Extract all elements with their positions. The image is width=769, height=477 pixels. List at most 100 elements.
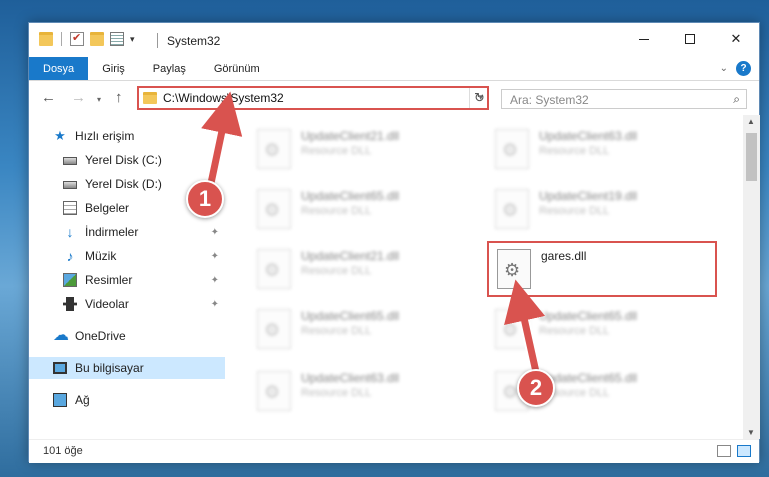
file-item[interactable]: UpdateClient19.dll Resource DLL [487,183,717,239]
file-item[interactable]: UpdateClient21.dll Resource DLL [249,243,479,299]
tab-file[interactable]: Dosya [29,57,89,80]
title-separator [157,33,158,48]
network-icon [53,393,67,407]
new-folder-icon[interactable] [90,32,104,46]
pin-icon[interactable]: ✦ [211,299,219,310]
address-bar[interactable]: C:\Windows\System32 ▾ [137,86,489,110]
toolbar-separator [61,32,62,46]
sidebar-item-this-pc[interactable]: Bu bilgisayar [29,357,225,379]
explorer-window: ▾ System32 ✕ Dosya Giriş Paylaş Görünüm … [28,22,760,463]
file-item[interactable]: UpdateClient65.dll Resource DLL [249,303,479,359]
step-badge-1: 1 [186,180,224,218]
sidebar-item-network[interactable]: Ağ [29,389,225,411]
dll-file-icon [497,249,531,289]
pin-icon[interactable]: ✦ [211,251,219,262]
help-icon[interactable]: ? [736,61,751,76]
address-path[interactable]: C:\Windows\System32 [163,91,284,105]
pin-icon[interactable]: ✦ [211,275,219,286]
file-name: UpdateClient65.dll [301,189,400,203]
scroll-up-icon[interactable]: ▲ [747,117,755,126]
expand-ribbon-chevron-icon[interactable]: ⌄ [720,63,728,74]
step-badge-2: 2 [517,369,555,407]
close-button[interactable]: ✕ [713,23,759,55]
disk-icon [63,181,77,189]
minimize-button[interactable] [621,23,667,55]
file-type: Resource DLL [539,145,610,157]
navigation-pane: ★ Hızlı erişim Yerel Disk (C:) Yerel Dis… [29,115,225,439]
sidebar-item-videos[interactable]: Videolar ✦ [29,293,225,315]
maximize-button[interactable] [667,23,713,55]
dll-file-icon [257,189,291,229]
dll-file-icon [257,129,291,169]
sidebar-item-label: Bu bilgisayar [75,361,144,375]
file-item[interactable]: UpdateClient63.dll Resource DLL [487,123,717,179]
file-item[interactable]: UpdateClient65.dll Resource DLL [249,183,479,239]
file-item[interactable]: UpdateClient63.dll Resource DLL [249,365,479,421]
tab-share[interactable]: Paylaş [139,57,200,80]
search-input[interactable]: Ara: System32 ⌕ [501,89,747,109]
sidebar-item-quick-access[interactable]: ★ Hızlı erişim [29,125,225,147]
search-placeholder: Ara: System32 [510,93,589,107]
file-list: UpdateClient21.dll Resource DLL UpdateCl… [225,115,743,439]
up-button[interactable]: ↑ [115,89,123,106]
scroll-thumb[interactable] [746,133,757,181]
pictures-icon [63,273,77,287]
sidebar-item-pictures[interactable]: Resimler ✦ [29,269,225,291]
sidebar-item-music[interactable]: ♪ Müzik ✦ [29,245,225,267]
file-name: UpdateClient21.dll [301,249,400,263]
dll-file-icon [495,129,529,169]
view-switcher [717,445,751,457]
file-type: Resource DLL [301,205,372,217]
search-icon[interactable]: ⌕ [733,92,740,107]
refresh-button[interactable]: ↻ [469,88,489,108]
tab-home[interactable]: Giriş [88,57,139,80]
sidebar-item-local-disk-c[interactable]: Yerel Disk (C:) [29,149,225,171]
file-type: Resource DLL [539,325,610,337]
file-item-gares-dll[interactable]: gares.dll [487,241,717,297]
file-type: Resource DLL [301,265,372,277]
sidebar-item-label: Hızlı erişim [75,129,135,143]
file-item[interactable]: UpdateClient21.dll Resource DLL [249,123,479,179]
file-name: UpdateClient65.dll [301,309,400,323]
file-type: Resource DLL [301,387,372,399]
sidebar-item-onedrive[interactable]: ☁ OneDrive [29,325,225,347]
checkmark-icon[interactable] [70,31,84,46]
properties-icon[interactable] [110,32,124,46]
recent-locations-button[interactable]: ▾ [97,95,101,104]
large-icons-view-icon[interactable] [737,445,751,457]
sidebar-item-downloads[interactable]: ↓ İndirmeler ✦ [29,221,225,243]
sidebar-item-label: Videolar [85,297,129,311]
address-folder-icon [143,92,157,104]
file-item[interactable]: UpdateClient65.dll Resource DLL [487,303,717,359]
file-name: UpdateClient21.dll [301,129,400,143]
sidebar-item-label: Yerel Disk (C:) [85,153,162,167]
tab-view[interactable]: Görünüm [200,57,274,80]
sidebar-item-label: Belgeler [85,201,130,215]
details-view-icon[interactable] [717,445,731,457]
disk-icon [63,157,77,165]
window-controls: ✕ [621,23,759,55]
sidebar-item-label: Müzik [85,249,117,263]
customize-toolbar-chevron-icon[interactable]: ▾ [130,34,135,45]
file-type: Resource DLL [301,145,372,157]
pin-icon[interactable]: ✦ [211,227,219,238]
cloud-icon: ☁ [53,327,69,344]
sidebar-item-label: İndirmeler [85,225,139,239]
minimize-icon [639,38,649,40]
file-name: UpdateClient63.dll [301,371,400,385]
videos-icon [63,297,77,311]
computer-icon [53,362,67,374]
forward-button[interactable]: → [71,89,86,106]
sidebar-item-label: Yerel Disk (D:) [85,177,162,191]
scroll-down-icon[interactable]: ▼ [747,428,755,437]
folder-icon [39,32,53,46]
back-button[interactable]: ← [41,89,56,106]
file-name: gares.dll [541,249,587,263]
file-name: UpdateClient65.dll [539,309,638,323]
quick-access-toolbar: ▾ [39,31,135,46]
navigation-bar: ← → ▾ ↑ C:\Windows\System32 ▾ ↻ Ara: Sys… [29,81,759,115]
vertical-scrollbar[interactable]: ▲ ▼ [743,115,760,439]
dll-file-icon [495,189,529,229]
file-type: Resource DLL [301,325,372,337]
dll-file-icon [257,309,291,349]
